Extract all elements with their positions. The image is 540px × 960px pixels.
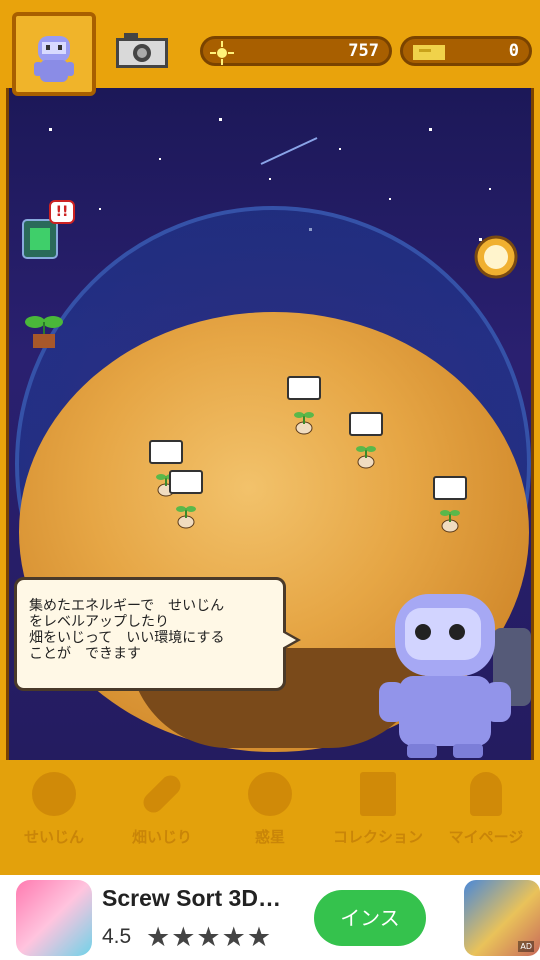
sprout-seijin-icon[interactable]	[171, 500, 201, 530]
shooting-star-icon	[260, 137, 318, 165]
nav-label: せいじん	[23, 828, 84, 846]
star	[429, 128, 432, 131]
book-icon	[360, 772, 396, 816]
sprout-speech-bubble	[169, 470, 203, 494]
star	[339, 148, 341, 150]
ad-star-rating: ★★★★★	[146, 922, 273, 953]
ad-install-button[interactable]: インス	[314, 890, 426, 946]
tutorial-speech-bubble: 集めたエネルギーで せいじん をレベルアップしたり 畑をいじって いい環境にする…	[14, 577, 301, 691]
ad-secondary-icon[interactable]: AD	[464, 880, 540, 956]
star	[269, 178, 271, 180]
camera-button[interactable]	[114, 28, 170, 72]
seijin-icon	[32, 772, 76, 816]
energy-value: 757	[348, 41, 379, 61]
speech-tail-inner	[282, 632, 296, 648]
sprout-speech-bubble	[149, 440, 183, 464]
top-bar: 757 0	[0, 0, 540, 96]
ticket-value: 0	[508, 41, 519, 61]
ticket-counter: 0	[400, 36, 532, 66]
astronaut-character[interactable]	[373, 586, 534, 760]
sprout-speech-bubble	[433, 476, 467, 500]
carrot-icon	[139, 771, 185, 817]
sprout-seijin-icon[interactable]	[289, 406, 319, 436]
nav-label: 惑星	[254, 828, 285, 846]
compass-clock-icon[interactable]	[473, 234, 519, 280]
camera-icon	[116, 33, 168, 68]
terminal-icon[interactable]	[21, 218, 61, 260]
ad-app-icon[interactable]	[16, 880, 92, 956]
star	[489, 188, 491, 190]
star	[99, 208, 101, 210]
nav-label: コレクション	[332, 828, 423, 846]
tutorial-text: 集めたエネルギーで せいじん をレベルアップしたり 畑をいじって いい環境にする…	[29, 598, 225, 662]
sprout-speech-bubble	[349, 412, 383, 436]
plant-pot-icon[interactable]	[19, 300, 69, 352]
nav-planet[interactable]: 惑星	[216, 760, 324, 875]
nav-mypage[interactable]: マイページ	[432, 760, 540, 875]
alert-badge: !!	[49, 200, 75, 224]
sprout-seijin-icon[interactable]	[435, 504, 465, 534]
star	[49, 128, 52, 131]
nav-seijin[interactable]: せいじん	[0, 760, 108, 875]
bottom-nav: せいじん 畑いじり 惑星 コレクション マイページ	[0, 760, 540, 875]
ad-rating: 4.5	[102, 925, 132, 948]
nav-label: マイページ	[448, 828, 524, 846]
energy-counter: 757	[200, 36, 392, 66]
person-icon	[470, 772, 502, 816]
nav-field[interactable]: 畑いじり	[108, 760, 216, 875]
star	[159, 158, 161, 160]
ad-badge: AD	[518, 941, 534, 952]
star	[389, 198, 391, 200]
nav-collection[interactable]: コレクション	[324, 760, 432, 875]
player-avatar-button[interactable]	[12, 12, 96, 96]
star	[219, 118, 222, 121]
ad-title[interactable]: Screw Sort 3D…	[102, 885, 281, 912]
planet-icon	[248, 772, 292, 816]
sprout-speech-bubble	[287, 376, 321, 400]
ad-banner[interactable]: Screw Sort 3D… 4.5 ★★★★★ AD	[0, 875, 540, 960]
energy-sun-icon	[210, 41, 234, 65]
nav-label: 畑いじり	[131, 828, 192, 846]
sprout-seijin-icon[interactable]	[351, 440, 381, 470]
ticket-icon	[413, 45, 445, 60]
player-avatar-icon	[34, 36, 74, 82]
